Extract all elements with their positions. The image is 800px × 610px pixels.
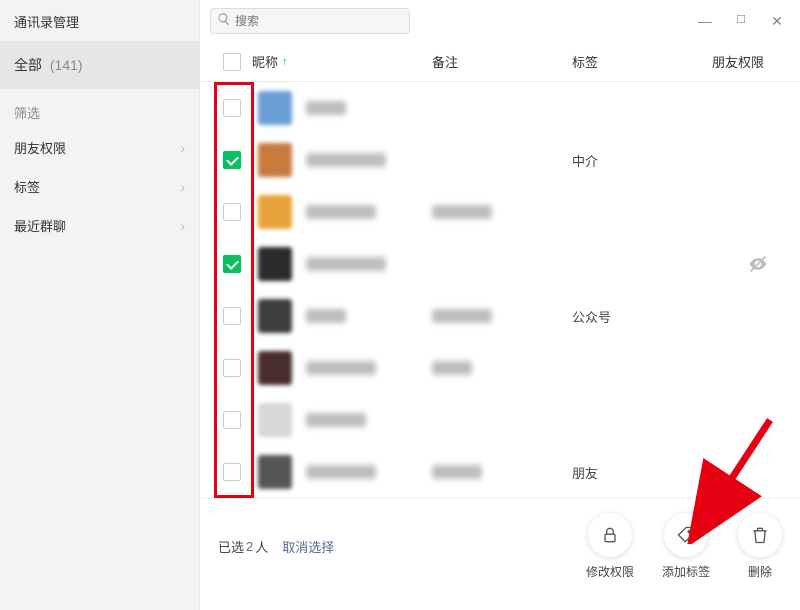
avatar xyxy=(258,247,292,281)
avatar xyxy=(258,403,292,437)
sidebar-item-label: 最近群聊 xyxy=(14,216,66,235)
nickname-blurred xyxy=(306,257,386,271)
table-row[interactable] xyxy=(200,394,800,446)
topbar: — ☐ ✕ xyxy=(200,0,800,42)
avatar xyxy=(258,143,292,177)
action-label: 修改权限 xyxy=(586,563,634,580)
chevron-right-icon: › xyxy=(180,140,185,156)
row-tag: 中介 xyxy=(572,151,712,170)
nickname-blurred xyxy=(306,465,376,479)
column-nickname[interactable]: 昵称 ↑ xyxy=(252,52,432,71)
action-perm-button[interactable]: 修改权限 xyxy=(586,513,634,580)
selected-count: 2 xyxy=(246,539,253,554)
column-permission[interactable]: 朋友权限 xyxy=(712,52,788,71)
sort-asc-icon: ↑ xyxy=(282,56,288,68)
remark-blurred xyxy=(432,309,492,323)
sidebar-item-2[interactable]: 最近群聊 › xyxy=(0,206,199,245)
sidebar-item-1[interactable]: 标签 › xyxy=(0,167,199,206)
nickname-blurred xyxy=(306,413,366,427)
table-row[interactable] xyxy=(200,342,800,394)
app-root: 通讯录管理 全部 (141) 筛选 朋友权限 › 标签 › 最近群聊 › — ☐ ✕ xyxy=(0,0,800,610)
row-checkbox[interactable] xyxy=(223,307,241,325)
nickname-blurred xyxy=(306,361,376,375)
sidebar: 通讯录管理 全部 (141) 筛选 朋友权限 › 标签 › 最近群聊 › xyxy=(0,0,200,610)
minimize-button[interactable]: — xyxy=(698,13,712,30)
table-row[interactable] xyxy=(200,238,800,290)
nickname-blurred xyxy=(306,309,346,323)
row-checkbox[interactable] xyxy=(223,463,241,481)
footer-actions: 修改权限 添加标签 删除 xyxy=(586,513,782,580)
contact-rows: 中介公众号朋友 xyxy=(200,82,800,498)
tag-icon xyxy=(664,513,708,557)
table-row[interactable] xyxy=(200,82,800,134)
avatar xyxy=(258,91,292,125)
avatar xyxy=(258,351,292,385)
search-input[interactable] xyxy=(235,14,403,28)
column-remark[interactable]: 备注 xyxy=(432,52,572,71)
select-all-checkbox[interactable] xyxy=(223,53,241,71)
row-checkbox[interactable] xyxy=(223,359,241,377)
remark-blurred xyxy=(432,205,492,219)
deselect-link[interactable]: 取消选择 xyxy=(282,537,334,556)
sidebar-item-label: 朋友权限 xyxy=(14,138,66,157)
row-tag: 公众号 xyxy=(572,307,712,326)
sidebar-all-count: (141) xyxy=(50,57,83,73)
sidebar-item-label: 标签 xyxy=(14,177,40,196)
avatar xyxy=(258,195,292,229)
nickname-blurred xyxy=(306,205,376,219)
chevron-right-icon: › xyxy=(180,179,185,195)
action-label: 添加标签 xyxy=(662,563,710,580)
table-row[interactable]: 公众号 xyxy=(200,290,800,342)
remark-blurred xyxy=(432,465,482,479)
privacy-hidden-icon xyxy=(748,254,768,274)
row-checkbox[interactable] xyxy=(223,151,241,169)
sidebar-title: 通讯录管理 xyxy=(0,0,199,41)
search-box[interactable] xyxy=(210,8,410,34)
sidebar-item-0[interactable]: 朋友权限 › xyxy=(0,128,199,167)
table-row[interactable] xyxy=(200,186,800,238)
table-row[interactable]: 朋友 xyxy=(200,446,800,498)
row-checkbox[interactable] xyxy=(223,411,241,429)
action-label: 删除 xyxy=(748,563,772,580)
search-icon xyxy=(217,12,235,31)
maximize-button[interactable]: ☐ xyxy=(734,13,748,30)
action-del-button[interactable]: 删除 xyxy=(738,513,782,580)
footer: 已选 2 人 取消选择 修改权限 添加标签 删除 xyxy=(200,498,800,594)
sidebar-all[interactable]: 全部 (141) xyxy=(0,41,199,89)
table-row[interactable]: 中介 xyxy=(200,134,800,186)
column-nickname-label: 昵称 xyxy=(252,52,278,71)
filter-section-label: 筛选 xyxy=(0,89,199,128)
row-checkbox[interactable] xyxy=(223,255,241,273)
sidebar-all-label: 全部 xyxy=(14,57,42,73)
table-header: 昵称 ↑ 备注 标签 朋友权限 xyxy=(200,42,800,82)
main: — ☐ ✕ 昵称 ↑ 备注 标签 朋友权限 中介公众号朋友 已选 2 人 xyxy=(200,0,800,610)
nickname-blurred xyxy=(306,101,346,115)
action-tag-button[interactable]: 添加标签 xyxy=(662,513,710,580)
row-checkbox[interactable] xyxy=(223,99,241,117)
chevron-right-icon: › xyxy=(180,218,185,234)
avatar xyxy=(258,455,292,489)
nickname-blurred xyxy=(306,153,386,167)
column-tag[interactable]: 标签 xyxy=(572,52,712,71)
selected-prefix: 已选 xyxy=(218,537,244,556)
row-tag: 朋友 xyxy=(572,463,712,482)
close-button[interactable]: ✕ xyxy=(770,13,784,30)
avatar xyxy=(258,299,292,333)
selected-suffix: 人 xyxy=(255,537,268,556)
del-icon xyxy=(738,513,782,557)
remark-blurred xyxy=(432,361,472,375)
window-buttons: — ☐ ✕ xyxy=(698,13,790,30)
row-checkbox[interactable] xyxy=(223,203,241,221)
perm-icon xyxy=(588,513,632,557)
